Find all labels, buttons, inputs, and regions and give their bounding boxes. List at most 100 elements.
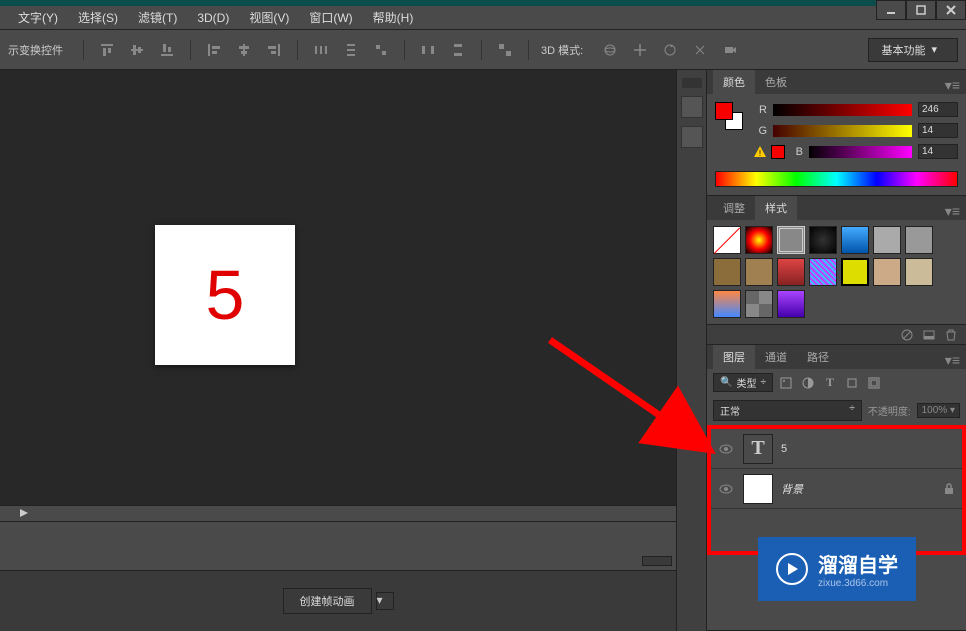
distribute-sp-icon[interactable] xyxy=(370,39,392,61)
auto-align-icon[interactable] xyxy=(494,39,516,61)
dock-icon-1[interactable] xyxy=(681,96,703,118)
style-swatch[interactable] xyxy=(809,226,837,254)
panel-menu-icon[interactable]: ▾≡ xyxy=(945,352,960,369)
timeline-track[interactable] xyxy=(0,522,676,571)
style-swatch[interactable] xyxy=(777,258,805,286)
r-slider[interactable] xyxy=(773,104,912,116)
gamut-warning-icon[interactable]: ! xyxy=(753,145,767,159)
style-swatch[interactable] xyxy=(873,258,901,286)
r-input[interactable] xyxy=(918,102,958,117)
g-input[interactable] xyxy=(918,123,958,138)
lock-icon[interactable] xyxy=(942,482,956,496)
gamut-suggest-swatch[interactable] xyxy=(771,145,785,159)
new-style-icon[interactable] xyxy=(922,328,936,342)
fg-bg-swatches[interactable] xyxy=(715,102,743,130)
tab-adjustments[interactable]: 调整 xyxy=(713,196,755,220)
align-top-icon[interactable] xyxy=(96,39,118,61)
3d-roll-icon[interactable] xyxy=(659,39,681,61)
3d-slide-icon[interactable] xyxy=(689,39,711,61)
collapse-icon[interactable] xyxy=(642,556,672,566)
dock-collapse-icon[interactable] xyxy=(682,78,702,88)
menu-window[interactable]: 窗口(W) xyxy=(299,5,362,30)
menu-3d[interactable]: 3D(D) xyxy=(187,7,239,29)
panel-menu-icon[interactable]: ▾≡ xyxy=(945,77,960,94)
horizontal-scrollbar[interactable] xyxy=(0,505,676,521)
3d-camera-icon[interactable] xyxy=(719,39,741,61)
visibility-toggle[interactable] xyxy=(717,440,735,458)
filter-smart-icon[interactable] xyxy=(865,374,883,392)
layer-filter-row: 🔍 类型 ÷ T xyxy=(707,369,966,396)
visibility-toggle[interactable] xyxy=(717,480,735,498)
style-swatch[interactable] xyxy=(777,226,805,254)
g-slider[interactable] xyxy=(773,125,912,137)
color-spectrum[interactable] xyxy=(715,171,958,187)
filter-shape-icon[interactable] xyxy=(843,374,861,392)
tab-color[interactable]: 颜色 xyxy=(713,70,755,94)
watermark-play-icon xyxy=(776,553,808,585)
align-left-icon[interactable] xyxy=(203,39,225,61)
canvas-document[interactable]: 5 xyxy=(155,225,295,365)
workspace-selector[interactable]: 基本功能 ▾ xyxy=(868,38,958,62)
filter-adjust-icon[interactable] xyxy=(799,374,817,392)
align-vcenter-icon[interactable] xyxy=(126,39,148,61)
close-button[interactable] xyxy=(936,0,966,20)
tab-styles[interactable]: 样式 xyxy=(755,196,797,220)
3d-orbit-icon[interactable] xyxy=(599,39,621,61)
menu-help[interactable]: 帮助(H) xyxy=(363,5,424,30)
menu-filter[interactable]: 滤镜(T) xyxy=(128,5,187,30)
layer-name[interactable]: 5 xyxy=(781,443,956,455)
blend-mode-dropdown[interactable]: 正常 ÷ xyxy=(713,400,862,421)
maximize-button[interactable] xyxy=(906,0,936,20)
style-swatch[interactable] xyxy=(713,290,741,318)
tab-channels[interactable]: 通道 xyxy=(755,345,797,369)
layer-thumbnail-text[interactable]: T xyxy=(743,434,773,464)
layer-row-background[interactable]: 背景 xyxy=(711,469,962,509)
style-swatch[interactable] xyxy=(841,258,869,286)
opacity-value[interactable]: 100% ▾ xyxy=(917,403,960,418)
layer-filter-dropdown[interactable]: 🔍 类型 ÷ xyxy=(713,373,773,392)
style-swatch[interactable] xyxy=(745,290,773,318)
panel-menu-icon[interactable]: ▾≡ xyxy=(945,203,960,220)
chevron-down-icon: ÷ xyxy=(760,377,766,388)
styles-panel: 调整 样式 ▾≡ xyxy=(707,196,966,345)
style-swatch[interactable] xyxy=(905,226,933,254)
align-hcenter-icon[interactable] xyxy=(233,39,255,61)
b-slider[interactable] xyxy=(809,146,912,158)
filter-text-icon[interactable]: T xyxy=(821,374,839,392)
no-style-icon[interactable] xyxy=(900,328,914,342)
style-none[interactable] xyxy=(713,226,741,254)
canvas-viewport[interactable]: 5 xyxy=(0,70,676,505)
layer-thumbnail-bg[interactable] xyxy=(743,474,773,504)
align-bottom-icon[interactable] xyxy=(156,39,178,61)
style-swatch[interactable] xyxy=(745,258,773,286)
distribute-height-icon[interactable] xyxy=(447,39,469,61)
tab-swatches[interactable]: 色板 xyxy=(755,70,797,94)
foreground-swatch[interactable] xyxy=(715,102,733,120)
tab-paths[interactable]: 路径 xyxy=(797,345,839,369)
style-swatch[interactable] xyxy=(745,226,773,254)
align-right-icon[interactable] xyxy=(263,39,285,61)
3d-pan-icon[interactable] xyxy=(629,39,651,61)
style-swatch[interactable] xyxy=(905,258,933,286)
style-swatch[interactable] xyxy=(873,226,901,254)
style-swatch[interactable] xyxy=(809,258,837,286)
layer-name[interactable]: 背景 xyxy=(781,481,934,497)
layer-row-text[interactable]: T 5 xyxy=(711,429,962,469)
distribute-v-icon[interactable] xyxy=(340,39,362,61)
style-swatch[interactable] xyxy=(777,290,805,318)
style-swatch[interactable] xyxy=(841,226,869,254)
tab-layers[interactable]: 图层 xyxy=(713,345,755,369)
menu-select[interactable]: 选择(S) xyxy=(68,5,128,30)
filter-pixel-icon[interactable] xyxy=(777,374,795,392)
create-dropdown-button[interactable]: ▾ xyxy=(376,592,394,610)
distribute-width-icon[interactable] xyxy=(417,39,439,61)
dock-icon-2[interactable] xyxy=(681,126,703,148)
trash-icon[interactable] xyxy=(944,328,958,342)
create-frame-animation-button[interactable]: 创建帧动画 xyxy=(283,588,372,614)
menu-text[interactable]: 文字(Y) xyxy=(8,5,68,30)
menu-view[interactable]: 视图(V) xyxy=(239,5,299,30)
style-swatch[interactable] xyxy=(713,258,741,286)
b-input[interactable] xyxy=(918,144,958,159)
minimize-button[interactable] xyxy=(876,0,906,20)
distribute-h-icon[interactable] xyxy=(310,39,332,61)
